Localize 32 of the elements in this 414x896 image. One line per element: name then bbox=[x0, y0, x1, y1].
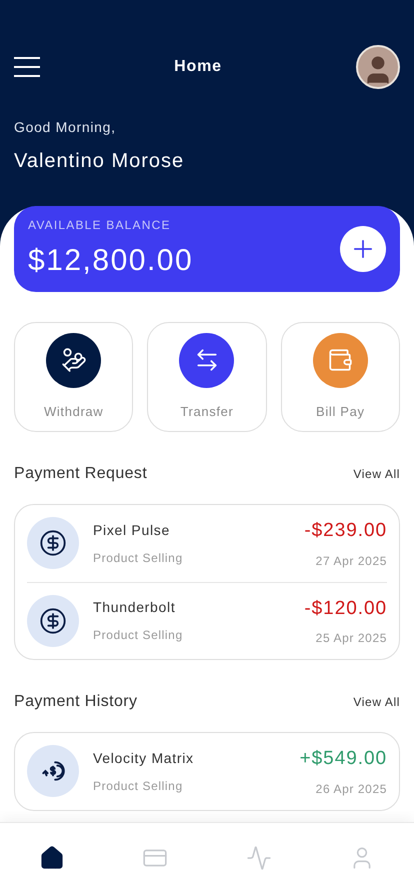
greeting: Good Morning, bbox=[14, 118, 117, 137]
transaction-amount: -$120.00 bbox=[304, 596, 387, 620]
menu-icon[interactable] bbox=[14, 56, 40, 78]
cash-withdraw-icon bbox=[60, 347, 87, 374]
dollar-icon bbox=[39, 606, 67, 635]
transaction-amount: +$549.00 bbox=[300, 747, 387, 771]
user-name: Valentino Morose bbox=[14, 149, 186, 174]
view-all-link[interactable]: View All bbox=[353, 693, 400, 711]
transaction-amount: -$239.00 bbox=[304, 519, 387, 543]
view-all-link[interactable]: View All bbox=[353, 465, 400, 483]
transaction-name: Velocity Matrix bbox=[93, 748, 195, 768]
transaction-name: Thunderbolt bbox=[93, 598, 176, 618]
transaction-category: Product Selling bbox=[93, 778, 184, 795]
section-title: Payment Request bbox=[14, 464, 148, 484]
balance-amount: $12,800.00 bbox=[28, 242, 194, 278]
transaction-date: 27 Apr 2025 bbox=[316, 552, 387, 570]
add-button[interactable] bbox=[340, 226, 386, 272]
home-icon[interactable] bbox=[38, 845, 65, 871]
transaction-date: 25 Apr 2025 bbox=[316, 630, 387, 647]
wallet-icon bbox=[327, 347, 354, 374]
action-button[interactable]: Bill Pay bbox=[280, 322, 400, 432]
avatar[interactable] bbox=[356, 45, 400, 89]
action-button[interactable]: Withdraw bbox=[14, 322, 134, 432]
dollar-icon bbox=[39, 529, 67, 558]
transaction-date: 26 Apr 2025 bbox=[316, 780, 387, 798]
section-title: Payment History bbox=[14, 692, 138, 712]
balance-label: AVAILABLE BALANCE bbox=[28, 216, 172, 234]
page-title: Home bbox=[174, 57, 222, 77]
transaction-category: Product Selling bbox=[93, 627, 184, 644]
action-button[interactable]: Transfer bbox=[147, 322, 267, 432]
transaction-name: Pixel Pulse bbox=[93, 520, 171, 540]
transaction-category: Product Selling bbox=[93, 550, 184, 567]
